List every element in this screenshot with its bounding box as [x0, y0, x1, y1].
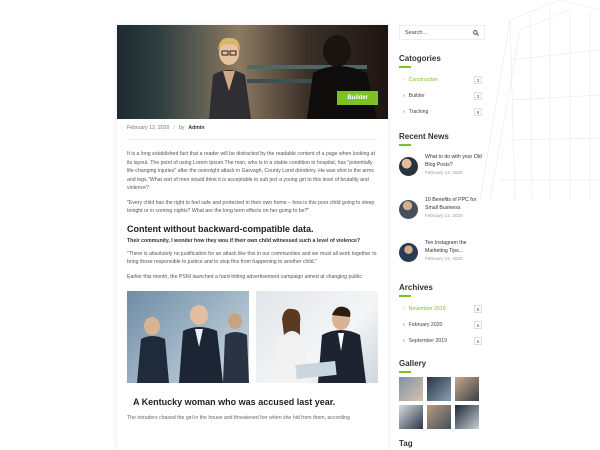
news-text: 10 Benefits of PPC for Small Business Feb…	[425, 196, 485, 218]
news-date: February 12, 2020	[425, 256, 463, 261]
gallery-title: Gallery	[399, 359, 427, 368]
search-placeholder: Search...	[405, 29, 428, 36]
paragraph: It is a long established fact that a rea…	[127, 151, 376, 191]
category-item[interactable]: › Construction 3	[399, 72, 485, 88]
meta-separator: /	[173, 125, 175, 131]
item-label: November 2019	[408, 306, 446, 312]
post-meta: February 12, 2020 / by Admin	[117, 119, 388, 131]
news-date: February 12, 2020	[425, 213, 463, 218]
article-card: Builder February 12, 2020 / by Admin It …	[117, 25, 388, 450]
archive-item[interactable]: › November 2019 5	[399, 301, 485, 317]
chevron-right-icon: ›	[403, 306, 405, 312]
sidebar: Search... Catogories › Construction 3 › Buil…	[399, 25, 485, 450]
search-input[interactable]: Search...	[399, 25, 485, 40]
item-left: › November 2019	[403, 306, 446, 312]
gallery-grid	[399, 377, 485, 429]
title-underline	[399, 144, 411, 146]
chevron-right-icon: ›	[403, 93, 405, 99]
paragraph: "Every child has the right to feel safe …	[127, 199, 375, 215]
news-text: Ten Instagram the Marketing Tips... Febru…	[425, 239, 485, 261]
news-thumbnail[interactable]	[399, 157, 418, 176]
photo-row	[117, 287, 388, 387]
item-count: 6	[474, 321, 482, 329]
news-item[interactable]: What to do with your Old Blog Posts? Febr…	[399, 150, 485, 193]
background-building-sketch	[479, 0, 600, 200]
chevron-right-icon: ›	[403, 338, 405, 344]
archives-title: Archives	[399, 283, 433, 292]
post-date: February 12, 2020	[127, 125, 170, 131]
item-left: › September 2019	[403, 338, 447, 344]
category-item[interactable]: › Tracking 8	[399, 104, 485, 120]
archives-list: › November 2019 5 › February 2020 6 › September…	[399, 301, 485, 349]
tag-title: Tag	[399, 439, 413, 448]
news-item[interactable]: 10 Benefits of PPC for Small Business Feb…	[399, 193, 485, 236]
item-count: 3	[474, 92, 482, 100]
category-badge[interactable]: Builder	[337, 91, 378, 105]
business-team-photo	[127, 291, 249, 383]
archive-item[interactable]: › February 2020 6	[399, 317, 485, 333]
paragraph: Earlier this month, the PSNI launched a …	[127, 273, 363, 280]
news-item[interactable]: Ten Instagram the Marketing Tips... Febru…	[399, 236, 485, 279]
item-label: February 2020	[408, 322, 443, 328]
hero-woman-figure	[209, 37, 251, 119]
item-left: › February 2020	[403, 322, 442, 328]
by-label: by	[178, 125, 185, 131]
news-thumbnail[interactable]	[399, 243, 418, 262]
item-left: › Tracking	[403, 109, 428, 115]
news-text: What to do with your Old Blog Posts? Febr…	[425, 153, 485, 175]
title-underline	[399, 295, 411, 297]
news-thumbnail[interactable]	[399, 200, 418, 219]
category-item[interactable]: › Builder 3	[399, 88, 485, 104]
gallery-thumb[interactable]	[427, 405, 451, 429]
item-count: 5	[474, 305, 482, 313]
item-label: Builder	[408, 93, 425, 99]
gallery-thumb[interactable]	[455, 377, 479, 401]
hero-man-figure	[307, 35, 377, 119]
news-title[interactable]: Ten Instagram the Marketing Tips...	[425, 239, 485, 255]
chevron-right-icon: ›	[403, 109, 405, 115]
categories-list: › Construction 3 › Builder 3 › Tracking 8	[399, 72, 485, 120]
meta-divider	[127, 139, 378, 140]
title-underline	[399, 66, 411, 68]
chevron-right-icon: ›	[403, 77, 405, 83]
gallery-thumb[interactable]	[399, 405, 423, 429]
section-heading-2: A Kentucky woman who was accused last ye…	[133, 397, 336, 407]
item-left: › Construction	[403, 77, 438, 83]
hero-image: Builder	[117, 25, 388, 119]
item-label: Construction	[408, 77, 438, 83]
search-icon[interactable]	[473, 29, 479, 36]
author-link[interactable]: Admin	[188, 125, 204, 131]
section-heading: Content without backward-compatible data…	[127, 223, 314, 234]
categories-title: Catogories	[399, 54, 441, 63]
gallery-thumb[interactable]	[399, 377, 423, 401]
office-meeting-photo	[256, 291, 378, 383]
news-title[interactable]: What to do with your Old Blog Posts?	[425, 153, 485, 169]
news-title[interactable]: 10 Benefits of PPC for Small Business	[425, 196, 485, 212]
item-label: Tracking	[408, 109, 429, 115]
item-count: 8	[474, 108, 482, 116]
article-body: It is a long established fact that a rea…	[117, 150, 388, 216]
title-underline	[399, 371, 411, 373]
recent-news-title: Recent News	[399, 132, 449, 141]
article-body-continued: "There is absolutely no justification fo…	[117, 250, 388, 282]
item-count: 6	[474, 337, 482, 345]
gallery-thumb[interactable]	[427, 377, 451, 401]
section-lead: Their community, I wonder how they wou i…	[127, 237, 361, 244]
archive-item[interactable]: › September 2019 6	[399, 333, 485, 349]
paragraph: "There is absolutely no justification fo…	[127, 250, 377, 266]
gallery-thumb[interactable]	[455, 405, 479, 429]
paragraph: The intruders chased the girl in the hou…	[127, 415, 350, 421]
news-date: February 12, 2020	[425, 170, 463, 175]
recent-news-list: What to do with your Old Blog Posts? Febr…	[399, 150, 485, 279]
item-label: September 2019	[408, 338, 448, 344]
item-left: › Builder	[403, 93, 425, 99]
chevron-right-icon: ›	[403, 322, 405, 328]
item-count: 3	[474, 76, 482, 84]
